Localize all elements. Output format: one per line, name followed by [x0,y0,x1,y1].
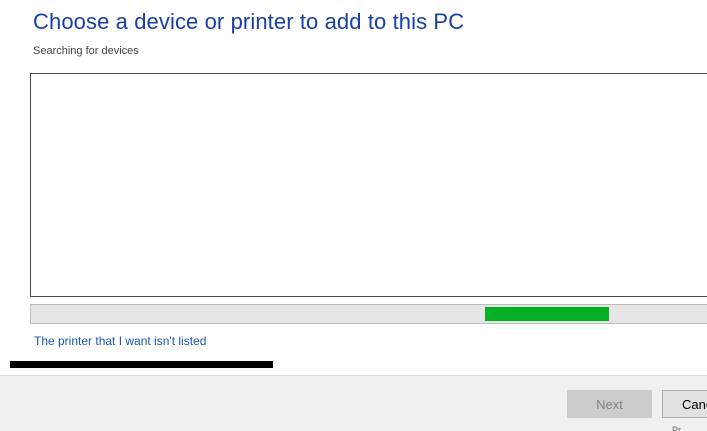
search-progress-bar [30,304,707,324]
device-list[interactable] [30,73,707,297]
search-status-text: Searching for devices [33,45,139,57]
next-button[interactable]: Next [567,390,652,418]
search-progress-indicator [485,307,609,321]
footer-edge-fragment: Pr [672,426,681,431]
page-title: Choose a device or printer to add to thi… [33,9,465,34]
redaction-bar [10,361,273,368]
cancel-button[interactable]: Cancel [662,390,707,418]
printer-not-listed-link[interactable]: The printer that I want isn't listed [34,334,206,348]
add-device-dialog: Choose a device or printer to add to thi… [0,0,707,431]
dialog-footer: Next Cancel Pr [0,375,707,431]
